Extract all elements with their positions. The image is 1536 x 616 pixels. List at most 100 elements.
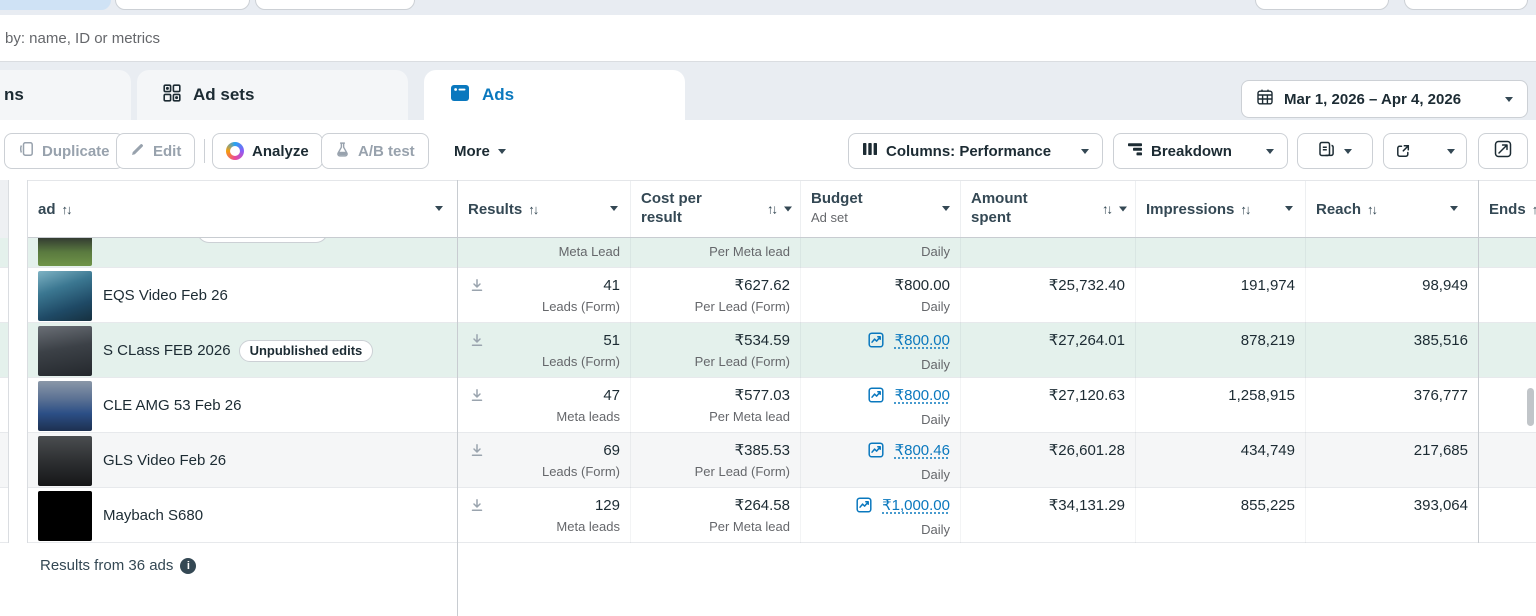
partial-button-primary[interactable]: [0, 0, 111, 10]
date-range-label: Mar 1, 2026 – Apr 4, 2026: [1284, 90, 1462, 108]
export-button-group[interactable]: [1383, 133, 1467, 169]
ad-name-link[interactable]: EQS Video Feb 26: [103, 287, 228, 304]
chevron-down-icon: [497, 148, 506, 154]
sort-arrows-icon[interactable]: ↑↓: [1240, 202, 1251, 217]
sort-arrows-icon[interactable]: ↑↓: [1532, 202, 1536, 217]
row-select-gutter[interactable]: [8, 180, 28, 543]
download-icon[interactable]: [470, 498, 484, 517]
date-range-picker[interactable]: Mar 1, 2026 – Apr 4, 2026: [1241, 80, 1528, 118]
budget-link[interactable]: ₹800.00: [895, 332, 950, 349]
ad-thumbnail[interactable]: [38, 490, 92, 541]
vertical-scrollbar-thumb[interactable]: [1527, 388, 1534, 426]
columns-button[interactable]: Columns: Performance: [848, 133, 1103, 169]
header-impressions[interactable]: Impressions ↑↓: [1135, 181, 1305, 237]
budget-link[interactable]: ₹800.00: [895, 387, 950, 404]
reach-value: 393,064: [1413, 497, 1468, 514]
duplicate-button[interactable]: Duplicate: [4, 133, 124, 169]
table-row[interactable]: GLS Video Feb 26 69 Leads (Form) ₹385.53…: [0, 433, 1536, 488]
report-pages-icon: [1318, 141, 1336, 161]
tab-campaigns[interactable]: ns: [0, 70, 131, 120]
chevron-down-icon[interactable]: [1447, 148, 1455, 154]
duplicate-icon: [18, 141, 34, 161]
budget-chart-icon[interactable]: [868, 387, 884, 409]
ad-thumbnail[interactable]: [38, 380, 92, 431]
download-icon[interactable]: [470, 333, 484, 352]
header-budget[interactable]: Budget Ad set: [800, 181, 960, 237]
partial-button[interactable]: [1255, 0, 1389, 10]
actions-toolbar: Duplicate Edit Analyze A/B test More Col…: [0, 120, 1536, 180]
partial-button[interactable]: [1404, 0, 1528, 10]
ad-thumbnail[interactable]: [38, 238, 92, 266]
chevron-down-icon[interactable]: [610, 206, 618, 211]
more-label: More: [454, 142, 490, 160]
info-icon[interactable]: i: [180, 557, 197, 574]
charts-trend-button[interactable]: [1478, 133, 1528, 169]
meta-ai-icon: [226, 142, 244, 160]
breakdown-label: Breakdown: [1151, 142, 1232, 160]
budget-chart-icon[interactable]: [868, 332, 884, 354]
budget-link[interactable]: ₹800.46: [895, 442, 950, 459]
chevron-down-icon[interactable]: [1119, 206, 1127, 212]
budget-link[interactable]: ₹1,000.00: [882, 497, 950, 514]
ad-thumbnail[interactable]: [38, 270, 92, 321]
sort-arrows-icon[interactable]: ↑↓: [1367, 202, 1378, 217]
download-icon[interactable]: [470, 388, 484, 407]
cost-label: Per Lead (Form): [694, 299, 790, 314]
ad-thumbnail[interactable]: [38, 325, 92, 376]
cost-value: ₹385.53: [734, 442, 790, 459]
header-cost-per-result[interactable]: Cost per result ↑↓: [630, 181, 800, 237]
table-row[interactable]: Maybach S680 129 Meta leads ₹264.58 Per …: [0, 488, 1536, 543]
tab-ad-sets[interactable]: Ad sets: [137, 70, 408, 120]
partial-button[interactable]: [115, 0, 250, 10]
tab-ads-active[interactable]: Ads: [424, 70, 685, 120]
ad-name-link[interactable]: CLE AMG 53 Feb 26: [103, 397, 241, 414]
reach-value: 376,777: [1413, 387, 1468, 404]
chevron-down-icon[interactable]: [435, 206, 443, 211]
chevron-down-icon[interactable]: [1450, 206, 1458, 211]
chevron-down-icon[interactable]: [784, 206, 792, 212]
breakdown-button[interactable]: Breakdown: [1113, 133, 1288, 169]
sort-arrows-icon[interactable]: ↑↓: [767, 200, 778, 219]
top-partial-strip: [0, 0, 1536, 15]
ab-test-label: A/B test: [358, 142, 415, 160]
analyze-button[interactable]: Analyze: [212, 133, 323, 169]
table-row[interactable]: CLE AMG 53 Feb 26 47 Meta leads ₹577.03 …: [0, 378, 1536, 433]
table-row[interactable]: S CLass FEB 2026 Unpublished edits 51 Le…: [0, 323, 1536, 378]
header-amount-spent[interactable]: Amount spent ↑↓: [960, 181, 1135, 237]
budget-chart-icon[interactable]: [868, 442, 884, 464]
chevron-down-icon[interactable]: [942, 206, 950, 211]
header-ends[interactable]: Ends ↑↓: [1478, 181, 1536, 237]
sort-arrows-icon[interactable]: ↑↓: [528, 202, 539, 217]
export-icon[interactable]: [1384, 143, 1411, 159]
table-row[interactable]: Meta Lead Per Meta lead Daily: [0, 238, 1536, 268]
ad-name-link[interactable]: Maybach S680: [103, 507, 203, 524]
partial-button[interactable]: [255, 0, 415, 10]
reach-value: 98,949: [1422, 277, 1468, 294]
budget-chart-icon[interactable]: [856, 497, 872, 519]
download-icon[interactable]: [470, 443, 484, 462]
header-cost-label: Cost per result: [641, 190, 702, 226]
ad-thumbnail[interactable]: [38, 435, 92, 486]
ad-name-link[interactable]: S CLass FEB 2026: [103, 342, 231, 359]
download-icon[interactable]: [470, 278, 484, 297]
sort-arrows-icon[interactable]: ↑↓: [62, 202, 73, 217]
header-ad-label: ad: [38, 200, 56, 218]
table-row[interactable]: EQS Video Feb 26 41 Leads (Form) ₹627.62…: [0, 268, 1536, 323]
header-reach-label: Reach: [1316, 200, 1362, 218]
header-ad[interactable]: ad ↑↓: [28, 181, 457, 237]
more-button[interactable]: More: [450, 133, 510, 169]
tab-ad-sets-label: Ad sets: [193, 85, 255, 104]
amount-spent-value: ₹34,131.29: [1048, 497, 1125, 514]
header-results[interactable]: Results ↑↓: [457, 181, 630, 237]
budget-link[interactable]: ₹800.00: [895, 277, 950, 294]
header-reach[interactable]: Reach ↑↓: [1305, 181, 1478, 237]
ab-test-button[interactable]: A/B test: [321, 133, 429, 169]
reach-value: [1306, 238, 1468, 241]
edit-button[interactable]: Edit: [116, 133, 196, 169]
ad-name-link[interactable]: GLS Video Feb 26: [103, 452, 226, 469]
chevron-down-icon[interactable]: [1285, 206, 1293, 211]
sort-arrows-icon[interactable]: ↑↓: [1102, 200, 1113, 219]
cost-value: ₹577.03: [734, 387, 790, 404]
reports-button[interactable]: [1297, 133, 1373, 169]
search-bar[interactable]: by: name, ID or metrics: [0, 15, 1536, 62]
